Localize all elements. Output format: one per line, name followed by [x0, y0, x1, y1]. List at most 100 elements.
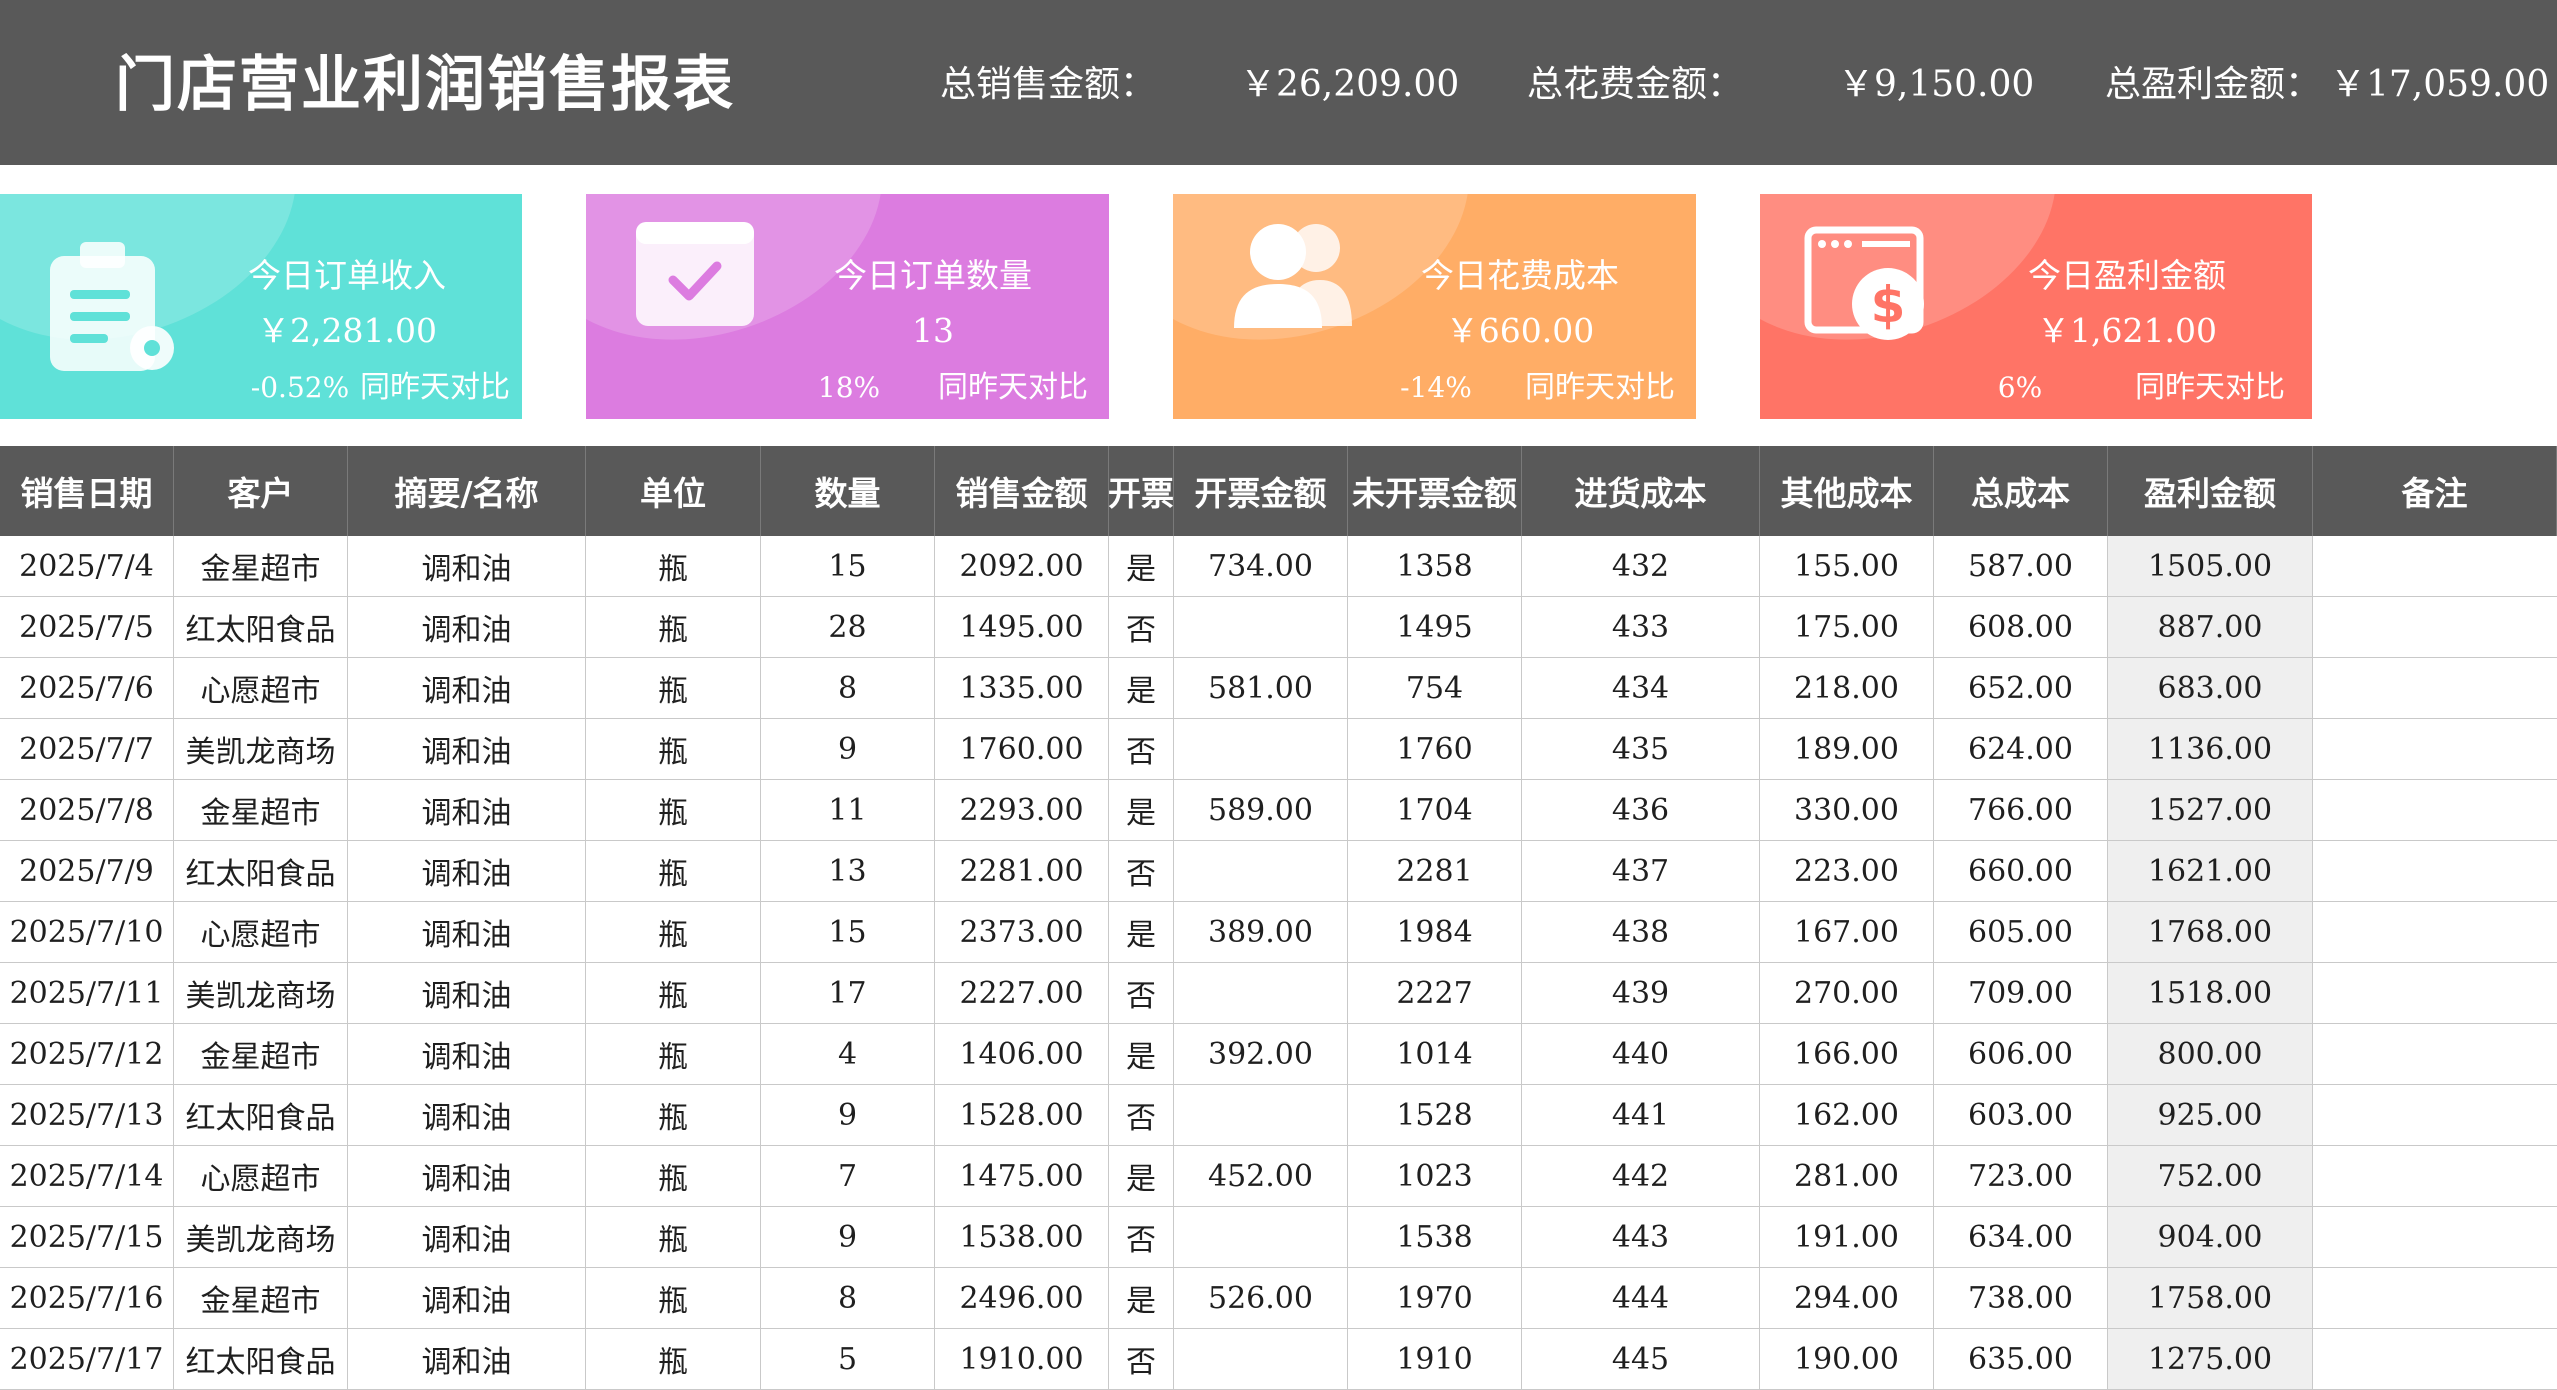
cell-customer[interactable]: 金星超市	[174, 1268, 348, 1328]
cell-uninvoiced-amount[interactable]: 1014	[1348, 1024, 1522, 1084]
column-header-sales-date[interactable]: 销售日期	[0, 446, 174, 536]
cell-unit[interactable]: 瓶	[586, 841, 761, 901]
column-header-invoice[interactable]: 开票	[1109, 446, 1174, 536]
cell-invoice-amount[interactable]	[1174, 963, 1348, 1023]
cell-customer[interactable]: 心愿超市	[174, 658, 348, 718]
cell-profit-amount[interactable]: 800.00	[2108, 1024, 2313, 1084]
cell-other-cost[interactable]: 167.00	[1760, 902, 1934, 962]
cell-sales-amount[interactable]: 2373.00	[935, 902, 1109, 962]
cell-purchase-cost[interactable]: 439	[1522, 963, 1760, 1023]
cell-uninvoiced-amount[interactable]: 1538	[1348, 1207, 1522, 1267]
column-header-unit[interactable]: 单位	[586, 446, 761, 536]
cell-unit[interactable]: 瓶	[586, 963, 761, 1023]
cell-sales-date[interactable]: 2025/7/8	[0, 780, 174, 840]
column-header-summary-name[interactable]: 摘要/名称	[348, 446, 586, 536]
cell-sales-amount[interactable]: 1495.00	[935, 597, 1109, 657]
cell-other-cost[interactable]: 162.00	[1760, 1085, 1934, 1145]
cell-sales-date[interactable]: 2025/7/5	[0, 597, 174, 657]
cell-quantity[interactable]: 4	[761, 1024, 935, 1084]
cell-sales-amount[interactable]: 1475.00	[935, 1146, 1109, 1206]
cell-purchase-cost[interactable]: 443	[1522, 1207, 1760, 1267]
cell-invoice[interactable]: 否	[1109, 719, 1174, 779]
cell-remarks[interactable]	[2313, 780, 2557, 840]
cell-invoice-amount[interactable]: 392.00	[1174, 1024, 1348, 1084]
cell-summary-name[interactable]: 调和油	[348, 536, 586, 596]
cell-remarks[interactable]	[2313, 1207, 2557, 1267]
cell-unit[interactable]: 瓶	[586, 1085, 761, 1145]
cell-profit-amount[interactable]: 1768.00	[2108, 902, 2313, 962]
cell-invoice-amount[interactable]: 526.00	[1174, 1268, 1348, 1328]
cell-invoice[interactable]: 是	[1109, 1268, 1174, 1328]
cell-total-cost[interactable]: 652.00	[1934, 658, 2108, 718]
cell-other-cost[interactable]: 281.00	[1760, 1146, 1934, 1206]
cell-remarks[interactable]	[2313, 963, 2557, 1023]
cell-invoice-amount[interactable]	[1174, 1207, 1348, 1267]
cell-unit[interactable]: 瓶	[586, 1268, 761, 1328]
cell-summary-name[interactable]: 调和油	[348, 1146, 586, 1206]
cell-profit-amount[interactable]: 1275.00	[2108, 1329, 2313, 1389]
cell-purchase-cost[interactable]: 440	[1522, 1024, 1760, 1084]
cell-profit-amount[interactable]: 1758.00	[2108, 1268, 2313, 1328]
cell-invoice[interactable]: 否	[1109, 841, 1174, 901]
cell-purchase-cost[interactable]: 436	[1522, 780, 1760, 840]
cell-sales-amount[interactable]: 1528.00	[935, 1085, 1109, 1145]
cell-remarks[interactable]	[2313, 1085, 2557, 1145]
cell-total-cost[interactable]: 608.00	[1934, 597, 2108, 657]
cell-profit-amount[interactable]: 683.00	[2108, 658, 2313, 718]
cell-customer[interactable]: 金星超市	[174, 1024, 348, 1084]
cell-customer[interactable]: 金星超市	[174, 536, 348, 596]
cell-profit-amount[interactable]: 887.00	[2108, 597, 2313, 657]
cell-remarks[interactable]	[2313, 658, 2557, 718]
cell-other-cost[interactable]: 155.00	[1760, 536, 1934, 596]
cell-invoice[interactable]: 是	[1109, 658, 1174, 718]
cell-invoice-amount[interactable]	[1174, 1329, 1348, 1389]
cell-total-cost[interactable]: 634.00	[1934, 1207, 2108, 1267]
cell-total-cost[interactable]: 660.00	[1934, 841, 2108, 901]
cell-sales-amount[interactable]: 1538.00	[935, 1207, 1109, 1267]
cell-summary-name[interactable]: 调和油	[348, 658, 586, 718]
cell-unit[interactable]: 瓶	[586, 1024, 761, 1084]
cell-summary-name[interactable]: 调和油	[348, 1207, 586, 1267]
cell-remarks[interactable]	[2313, 1268, 2557, 1328]
cell-remarks[interactable]	[2313, 1146, 2557, 1206]
cell-sales-date[interactable]: 2025/7/7	[0, 719, 174, 779]
cell-unit[interactable]: 瓶	[586, 1146, 761, 1206]
cell-other-cost[interactable]: 166.00	[1760, 1024, 1934, 1084]
cell-uninvoiced-amount[interactable]: 1528	[1348, 1085, 1522, 1145]
cell-summary-name[interactable]: 调和油	[348, 597, 586, 657]
cell-customer[interactable]: 美凯龙商场	[174, 963, 348, 1023]
cell-quantity[interactable]: 28	[761, 597, 935, 657]
cell-total-cost[interactable]: 587.00	[1934, 536, 2108, 596]
cell-invoice[interactable]: 否	[1109, 963, 1174, 1023]
cell-purchase-cost[interactable]: 434	[1522, 658, 1760, 718]
column-header-uninvoiced-amount[interactable]: 未开票金额	[1348, 446, 1522, 536]
cell-summary-name[interactable]: 调和油	[348, 902, 586, 962]
cell-purchase-cost[interactable]: 444	[1522, 1268, 1760, 1328]
cell-quantity[interactable]: 15	[761, 536, 935, 596]
cell-customer[interactable]: 红太阳食品	[174, 1329, 348, 1389]
cell-sales-amount[interactable]: 1910.00	[935, 1329, 1109, 1389]
cell-quantity[interactable]: 13	[761, 841, 935, 901]
cell-profit-amount[interactable]: 925.00	[2108, 1085, 2313, 1145]
cell-total-cost[interactable]: 603.00	[1934, 1085, 2108, 1145]
cell-purchase-cost[interactable]: 432	[1522, 536, 1760, 596]
cell-customer[interactable]: 心愿超市	[174, 902, 348, 962]
cell-unit[interactable]: 瓶	[586, 536, 761, 596]
cell-other-cost[interactable]: 175.00	[1760, 597, 1934, 657]
cell-profit-amount[interactable]: 1527.00	[2108, 780, 2313, 840]
cell-quantity[interactable]: 9	[761, 1207, 935, 1267]
cell-sales-amount[interactable]: 2092.00	[935, 536, 1109, 596]
column-header-total-cost[interactable]: 总成本	[1934, 446, 2108, 536]
cell-customer[interactable]: 金星超市	[174, 780, 348, 840]
cell-invoice-amount[interactable]: 452.00	[1174, 1146, 1348, 1206]
cell-remarks[interactable]	[2313, 597, 2557, 657]
cell-purchase-cost[interactable]: 438	[1522, 902, 1760, 962]
cell-other-cost[interactable]: 189.00	[1760, 719, 1934, 779]
cell-quantity[interactable]: 9	[761, 1085, 935, 1145]
cell-other-cost[interactable]: 294.00	[1760, 1268, 1934, 1328]
cell-summary-name[interactable]: 调和油	[348, 1268, 586, 1328]
cell-invoice-amount[interactable]	[1174, 719, 1348, 779]
cell-sales-date[interactable]: 2025/7/11	[0, 963, 174, 1023]
column-header-profit-amount[interactable]: 盈利金额	[2108, 446, 2313, 536]
cell-uninvoiced-amount[interactable]: 1910	[1348, 1329, 1522, 1389]
